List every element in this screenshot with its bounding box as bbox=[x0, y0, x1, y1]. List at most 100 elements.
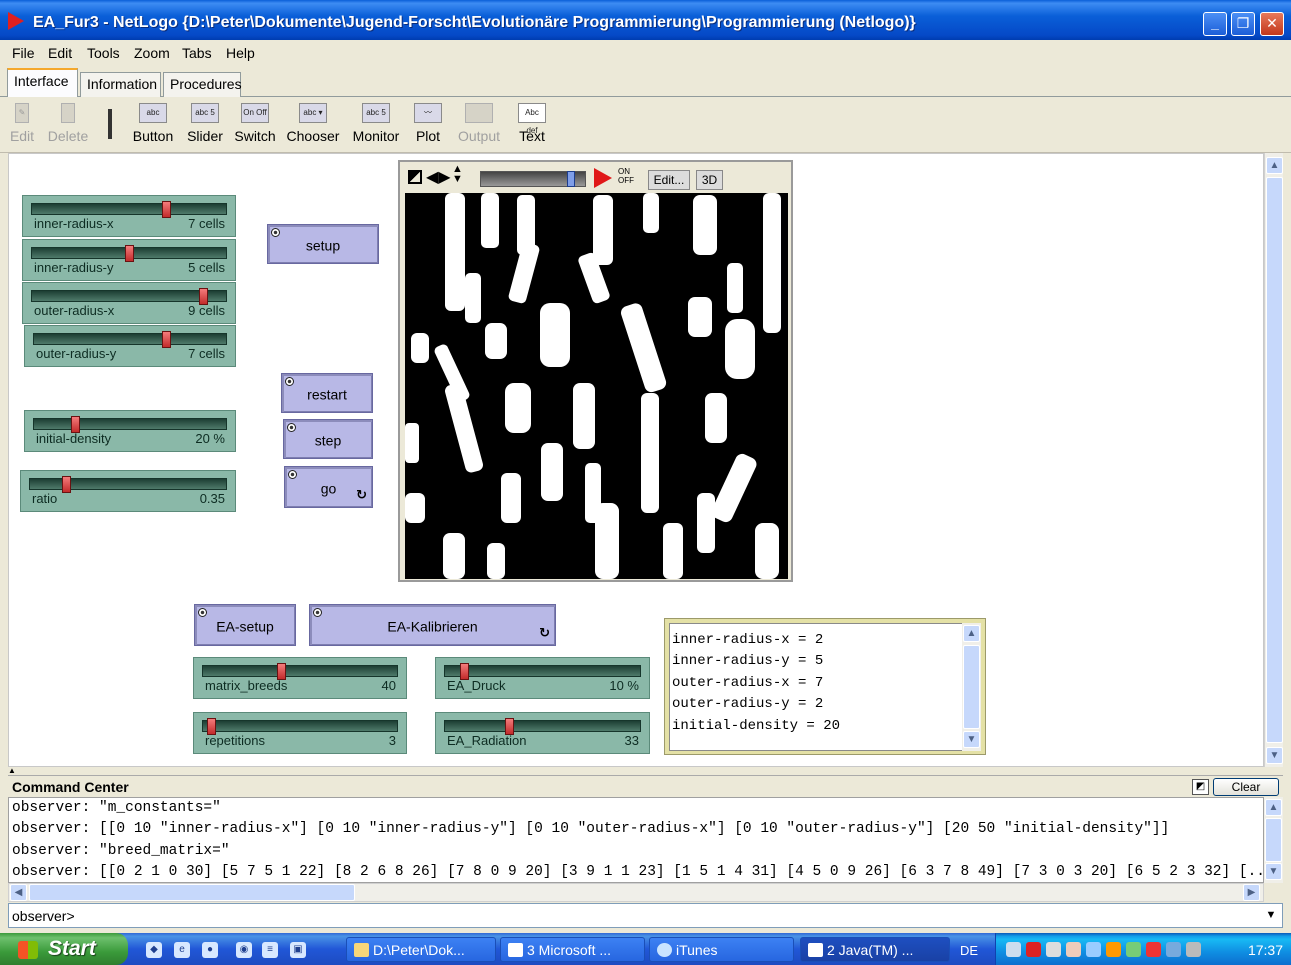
language-indicator[interactable]: DE bbox=[960, 943, 978, 958]
scroll-up-icon[interactable]: ▲ bbox=[963, 625, 980, 642]
go-button[interactable]: go ↻ bbox=[284, 466, 373, 508]
slider-ratio[interactable]: ratio 0.35 bbox=[20, 470, 236, 512]
splitter-arrows-icon[interactable]: ▲▼ bbox=[8, 767, 1283, 782]
tool-text[interactable]: Abc def Text bbox=[514, 103, 550, 144]
command-input[interactable] bbox=[85, 906, 1255, 925]
tab-interface[interactable]: Interface bbox=[7, 68, 78, 98]
agent-prompt-selector[interactable]: observer> bbox=[12, 908, 75, 924]
slider-track[interactable] bbox=[33, 331, 227, 348]
device-icon[interactable] bbox=[1066, 942, 1081, 957]
task-java[interactable]: 2 Java(TM) ... bbox=[800, 937, 950, 962]
menu-zoom[interactable]: Zoom bbox=[134, 45, 170, 61]
slider-track[interactable] bbox=[29, 476, 227, 493]
speed-slider-knob[interactable] bbox=[567, 171, 575, 187]
slider-ea-radiation[interactable]: EA_Radiation 33 bbox=[435, 712, 650, 754]
scroll-left-icon[interactable]: ◀ bbox=[10, 884, 27, 901]
slider-matrix-breeds[interactable]: matrix_breeds 40 bbox=[193, 657, 407, 699]
scroll-down-icon[interactable]: ▼ bbox=[1266, 747, 1283, 764]
display-icon[interactable] bbox=[1166, 942, 1181, 957]
slider-knob[interactable] bbox=[125, 245, 134, 262]
quicklaunch-ie-icon[interactable]: e bbox=[174, 942, 190, 958]
menu-file[interactable]: File bbox=[12, 45, 35, 61]
tool-slider[interactable]: abc 5 Slider bbox=[184, 103, 226, 144]
quicklaunch-list-icon[interactable]: ≡ bbox=[262, 942, 278, 958]
log-vertical-scrollbar[interactable]: ▲ ▼ bbox=[1264, 797, 1283, 883]
tool-output[interactable]: Output bbox=[455, 103, 503, 144]
menu-tabs[interactable]: Tabs bbox=[182, 45, 212, 61]
slider-track[interactable] bbox=[33, 416, 227, 433]
menu-help[interactable]: Help bbox=[226, 45, 255, 61]
tool-button[interactable]: abc Button bbox=[128, 103, 178, 144]
output-text-area[interactable]: inner-radius-x = 2 inner-radius-y = 5 ou… bbox=[669, 623, 963, 751]
quicklaunch-media-icon[interactable]: ● bbox=[202, 942, 218, 958]
maximize-button[interactable]: ❐ bbox=[1231, 12, 1255, 36]
messenger-icon[interactable] bbox=[1086, 942, 1101, 957]
resize-icon[interactable] bbox=[408, 170, 422, 184]
slider-track[interactable] bbox=[444, 718, 641, 735]
slider-knob[interactable] bbox=[162, 331, 171, 348]
tray-misc-icon[interactable] bbox=[1186, 942, 1201, 957]
slider-inner-radius-y[interactable]: inner-radius-y 5 cells bbox=[22, 239, 236, 281]
log-horizontal-scrollbar[interactable]: ◀ ▶ bbox=[8, 883, 1264, 902]
task-microsoft-word[interactable]: 3 Microsoft ... bbox=[500, 937, 645, 962]
scroll-thumb[interactable] bbox=[29, 884, 355, 901]
ati-icon[interactable] bbox=[1026, 942, 1041, 957]
scroll-down-icon[interactable]: ▼ bbox=[963, 731, 980, 748]
close-button[interactable]: ✕ bbox=[1260, 12, 1284, 36]
edit-view-button[interactable]: Edit... bbox=[648, 170, 690, 190]
network-icon[interactable] bbox=[1006, 942, 1021, 957]
speed-slider[interactable] bbox=[480, 171, 586, 187]
ea-kalibrieren-button[interactable]: EA-Kalibrieren ↻ bbox=[309, 604, 556, 646]
slider-track[interactable] bbox=[444, 663, 641, 680]
tab-information[interactable]: Information bbox=[80, 72, 161, 97]
quicklaunch-desktop-icon[interactable]: ◆ bbox=[146, 942, 162, 958]
task-explorer[interactable]: D:\Peter\Dok... bbox=[346, 937, 496, 962]
slider-track[interactable] bbox=[202, 663, 398, 680]
quicklaunch-messenger-icon[interactable]: ◉ bbox=[236, 942, 252, 958]
antivirus-icon[interactable] bbox=[1146, 942, 1161, 957]
restart-button[interactable]: restart bbox=[281, 373, 373, 413]
tool-switch[interactable]: On Off Switch bbox=[232, 103, 278, 144]
scroll-up-icon[interactable]: ▲ bbox=[1265, 799, 1282, 816]
slider-knob[interactable] bbox=[162, 201, 171, 218]
ea-setup-button[interactable]: EA-setup bbox=[194, 604, 296, 646]
output-scrollbar[interactable]: ▲ ▼ bbox=[962, 623, 981, 751]
command-center-log[interactable]: observer: "m_constants=" observer: [[0 1… bbox=[8, 797, 1264, 883]
language-bar-icon[interactable] bbox=[1046, 942, 1061, 957]
quicklaunch-window-icon[interactable]: ▣ bbox=[290, 942, 306, 958]
tab-procedures[interactable]: Procedures bbox=[163, 72, 242, 97]
scroll-down-icon[interactable]: ▼ bbox=[1265, 863, 1282, 880]
scroll-right-icon[interactable]: ▶ bbox=[1243, 884, 1260, 901]
slider-initial-density[interactable]: initial-density 20 % bbox=[24, 410, 236, 452]
tool-delete[interactable]: Delete bbox=[44, 103, 92, 144]
slider-track[interactable] bbox=[202, 718, 398, 735]
slider-track[interactable] bbox=[31, 201, 227, 218]
slider-outer-radius-y[interactable]: outer-radius-y 7 cells bbox=[24, 325, 236, 367]
menu-tools[interactable]: Tools bbox=[87, 45, 120, 61]
scroll-thumb[interactable] bbox=[963, 645, 980, 729]
slider-track[interactable] bbox=[31, 288, 227, 305]
clear-button[interactable]: Clear bbox=[1213, 778, 1279, 796]
printer-icon[interactable] bbox=[1106, 942, 1121, 957]
scroll-up-icon[interactable]: ▲ bbox=[1266, 157, 1283, 174]
popout-icon[interactable]: ◩ bbox=[1192, 779, 1209, 795]
start-button[interactable]: Start bbox=[0, 933, 128, 965]
step-button[interactable]: step bbox=[283, 419, 373, 459]
tool-plot[interactable]: 〰 Plot bbox=[412, 103, 444, 144]
update-icon[interactable] bbox=[1126, 942, 1141, 957]
width-arrows-icon[interactable]: ◀▶ bbox=[426, 167, 451, 187]
3d-view-button[interactable]: 3D bbox=[696, 170, 723, 190]
world-patches[interactable] bbox=[405, 193, 788, 579]
tool-chooser[interactable]: abc ▾ Chooser bbox=[286, 103, 340, 144]
scroll-thumb[interactable] bbox=[1265, 818, 1282, 862]
minimize-button[interactable]: _ bbox=[1203, 12, 1227, 36]
view-update-toggle[interactable]: ON OFF bbox=[618, 167, 646, 185]
task-itunes[interactable]: iTunes bbox=[649, 937, 794, 962]
run-arrow-icon[interactable] bbox=[594, 168, 612, 188]
slider-outer-radius-x[interactable]: outer-radius-x 9 cells bbox=[22, 282, 236, 324]
setup-button[interactable]: setup bbox=[267, 224, 379, 264]
history-dropdown-icon[interactable]: ▼ bbox=[1261, 905, 1281, 926]
interface-vertical-scrollbar[interactable]: ▲ ▼ bbox=[1264, 153, 1283, 767]
scroll-thumb[interactable] bbox=[1266, 177, 1283, 743]
slider-knob[interactable] bbox=[62, 476, 71, 493]
